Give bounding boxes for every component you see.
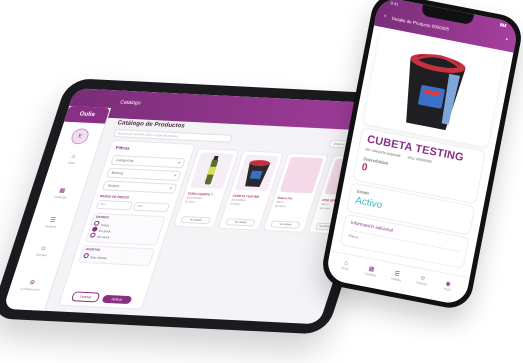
product-sku: SKU 0 [275,200,285,205]
apply-button[interactable]: Aplicar [101,294,133,305]
product-name: Nuevo Art [276,195,293,201]
tab-label: Pedidos [390,276,402,283]
filters-title: Filtros [114,145,131,151]
tab-label: Clientes [416,280,428,287]
tab-catalog[interactable]: ▦ Catálogo [358,263,384,278]
price-min-input[interactable]: Mín [95,199,134,211]
offers-option[interactable]: Solo ofertas [82,253,108,261]
tab-label: Perfil [443,286,451,292]
sidebar-item-label: Inicio [67,160,76,165]
bucket-icon [245,160,271,187]
sidebar-item-label: Catálogo [53,194,67,200]
radio-icon [93,220,101,226]
product-image [189,152,234,190]
groups-select-label: Grupos [106,183,120,189]
product-sku: SKU 0 [320,202,329,207]
categories-select-label: Categorías [115,158,134,163]
status-time: 9:41 [390,0,399,7]
product-image [234,154,279,192]
price-range-label: RANGO DE PRECIO [99,194,130,200]
divider [349,229,460,252]
back-arrow-icon[interactable]: ‹ [383,13,386,19]
tab-clients[interactable]: ☺ Clientes [410,273,435,287]
sidebar-item-label: Pedidos [44,224,57,229]
tab-profile[interactable]: ◉ Perfil [435,278,461,293]
offers-option-label: Solo ofertas [89,255,108,261]
settings-icon: ⚙ [28,280,36,287]
radio-icon [89,232,97,238]
offers-label: OFERTAS [85,247,101,252]
status-label: ESTADO [95,214,110,220]
tab-home[interactable]: ⌂ Inicio [333,258,358,272]
status-option-out-stock[interactable]: Sin stock [89,232,110,239]
product-stock: En stock [184,200,196,204]
product-stock: Sin stock [274,204,286,209]
tab-label: Inicio [341,265,349,272]
home-icon: ⌂ [70,153,77,160]
orders-icon: ☰ [48,217,57,224]
radio-icon [91,226,99,232]
status-option-label: Sin stock [96,234,111,240]
price-range-row: Mín Máx [95,199,171,213]
bucket-product-image [406,53,466,131]
sidebar-item-settings[interactable]: ⚙ Configuración [9,278,54,292]
status-label: Estado [356,188,370,196]
product-image-placeholder [279,156,324,194]
chevron-down-icon: ▾ [177,160,182,166]
app-brand: Oulis [64,105,111,124]
brands-select[interactable]: Marcas ▾ [106,167,182,181]
signal-icon: ▮▮▮ [499,21,508,28]
page-title: Catálogo de Productos [116,120,186,130]
chevron-down-icon: ▾ [173,172,177,178]
bottle-icon [204,155,219,185]
price-max-input[interactable]: Máx [132,201,171,213]
more-icon[interactable]: • [505,37,508,43]
sidebar-item-home[interactable]: ⌂ Inicio [50,153,94,166]
sidebar-item-catalog[interactable]: ▦ Catálogo [39,186,84,200]
status-value: Activo [354,195,384,212]
sidebar-item-orders[interactable]: ☰ Pedidos [30,216,75,230]
tab-orders[interactable]: ☰ Pedidos [384,268,410,283]
sidebar-item-clients[interactable]: ☺ Clientes [20,245,64,258]
product-stock: En stock [229,202,241,206]
catalog-icon: ▦ [58,188,66,195]
brands-select-label: Marcas [111,170,125,176]
tablet-top-title: Catalogo [119,99,142,107]
categories-select[interactable]: Categorías ▾ [110,154,186,169]
chevron-down-icon: ▾ [169,185,173,191]
sidebar-item-label: Clientes [35,252,48,258]
additional-info-sub: Marca [348,233,359,240]
checkbox-icon [82,253,90,259]
groups-select[interactable]: Grupos ▾ [101,180,178,194]
product-stock: Sin stock [319,206,331,211]
user-avatar[interactable]: E [69,128,91,145]
view-detail-button[interactable]: Ver detalle [180,216,212,225]
sidebar-item-label: Configuración [20,286,41,292]
view-detail-button[interactable]: Ver detalle [225,218,256,227]
availability-value: 0 [360,161,369,174]
clear-button[interactable]: Limpiar [70,291,101,303]
clients-icon: ☺ [39,245,48,253]
view-detail-button[interactable]: Ver detalle [270,220,301,229]
catalog-main: Catálogo de Productos Buscar por nombre,… [51,120,375,320]
product-image-card [363,30,506,148]
